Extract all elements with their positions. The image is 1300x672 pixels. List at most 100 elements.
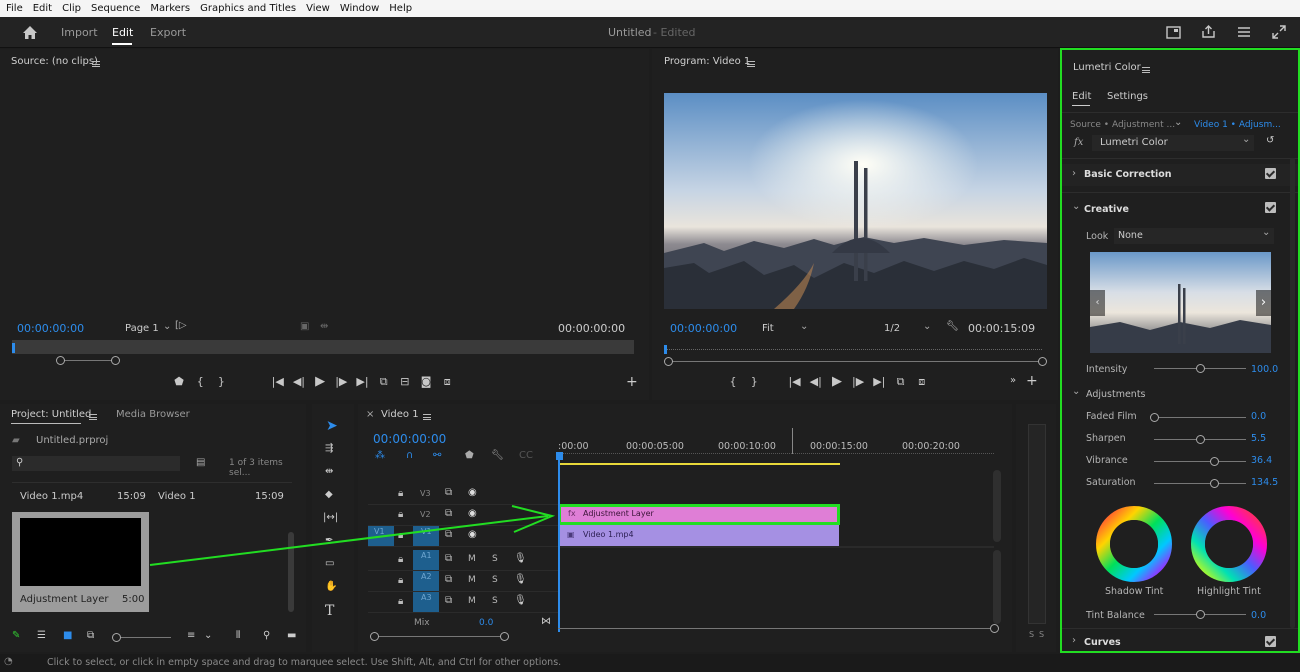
tab-sequence[interactable]: Video 1: [381, 409, 419, 420]
program-zoom-slider[interactable]: [664, 357, 1047, 366]
clip-video-1[interactable]: ▣ Video 1.mp4: [558, 525, 839, 546]
lock-icon[interactable]: 🔒︎: [398, 575, 403, 586]
sync-icon[interactable]: ⧉: [445, 553, 452, 564]
track-target-a3[interactable]: A3: [413, 592, 439, 612]
panel-menu-icon[interactable]: [747, 61, 755, 67]
new-bin-icon[interactable]: ▬: [287, 630, 296, 641]
settings-bracket-icon[interactable]: [▷: [175, 320, 187, 331]
lift-icon[interactable]: ⧉: [892, 375, 910, 389]
add-marker-icon[interactable]: ⬟: [170, 375, 188, 388]
solo-button[interactable]: S: [492, 554, 498, 564]
program-monitor-title[interactable]: Program: Video 1: [664, 56, 750, 67]
tint-balance-slider[interactable]: [1154, 610, 1246, 619]
eye-icon[interactable]: ◉: [468, 529, 477, 540]
fit-dropdown[interactable]: Fit: [762, 323, 774, 334]
search-icon[interactable]: ⚲: [16, 457, 23, 468]
overwrite-button-icon[interactable]: ⊟: [396, 375, 414, 388]
type-tool-icon[interactable]: T: [325, 603, 334, 619]
target-clip-label[interactable]: Video 1 • Adjusm...: [1194, 120, 1281, 130]
chevron-down-icon[interactable]: ⌄: [800, 321, 808, 332]
adjustment-slider[interactable]: [1154, 457, 1246, 466]
tab-media-browser[interactable]: Media Browser: [116, 409, 190, 420]
tab-edit[interactable]: Edit: [1072, 91, 1091, 102]
scrollbar[interactable]: [1290, 158, 1295, 628]
program-timecode-current[interactable]: 00:00:00:00: [670, 322, 737, 335]
program-video-frame[interactable]: [664, 93, 1047, 309]
rectangle-tool-icon[interactable]: ▭: [325, 558, 334, 569]
tab-export[interactable]: Export: [150, 26, 186, 39]
eye-icon[interactable]: ◉: [468, 487, 477, 498]
lock-icon[interactable]: 🔒︎: [398, 530, 403, 541]
menu-view[interactable]: View: [306, 3, 330, 14]
solo-button[interactable]: S: [492, 575, 498, 585]
microphone-icon[interactable]: 🎙︎: [514, 553, 527, 564]
snap-icon[interactable]: ∩: [406, 450, 413, 461]
scrollbar[interactable]: [288, 532, 294, 612]
menu-file[interactable]: File: [6, 3, 23, 14]
mute-button[interactable]: M: [468, 575, 476, 585]
mute-button[interactable]: M: [468, 554, 476, 564]
adjustment-slider[interactable]: [1154, 435, 1246, 444]
tab-project[interactable]: Project: Untitled: [11, 409, 91, 420]
mark-out-icon[interactable]: }: [212, 375, 230, 388]
menu-window[interactable]: Window: [340, 3, 379, 14]
lock-icon[interactable]: 🔒︎: [398, 509, 403, 520]
close-icon[interactable]: ×: [366, 409, 374, 420]
track-a3[interactable]: 🔒︎ A3 ⧉ M S 🎙︎: [368, 592, 558, 613]
slider-knob[interactable]: [1209, 479, 1219, 488]
microphone-icon[interactable]: 🎙︎: [514, 574, 527, 585]
step-forward-icon[interactable]: |▶: [332, 375, 350, 388]
captions-icon[interactable]: CC: [519, 450, 533, 461]
track-target-v1[interactable]: V1: [413, 526, 439, 546]
slip-tool-icon[interactable]: |↔|: [323, 512, 338, 523]
section-adjustments[interactable]: ⌄ Adjustments: [1062, 384, 1298, 404]
previous-look-icon[interactable]: ‹: [1090, 290, 1105, 316]
menu-markers[interactable]: Markers: [150, 3, 190, 14]
workspaces-icon[interactable]: [1237, 26, 1251, 38]
chevron-down-icon[interactable]: ⌄: [1174, 117, 1182, 128]
list-view-icon[interactable]: ☰: [37, 630, 46, 641]
source-timecode-current[interactable]: 00:00:00:00: [17, 322, 84, 335]
menu-help[interactable]: Help: [389, 3, 412, 14]
program-timeline-ruler[interactable]: [666, 349, 1042, 350]
play-icon[interactable]: ▶: [828, 374, 846, 389]
razor-tool-icon[interactable]: ◆: [325, 489, 333, 500]
sort-icon[interactable]: ≡: [187, 630, 195, 641]
chevron-down-icon[interactable]: ⌄: [923, 321, 931, 332]
source-scrubber[interactable]: [12, 340, 634, 354]
sync-icon[interactable]: ⧉: [445, 529, 452, 540]
clip-adjustment-layer[interactable]: fx Adjustment Layer: [558, 504, 840, 525]
look-dropdown[interactable]: None ⌄: [1114, 227, 1274, 244]
share-icon[interactable]: [1201, 24, 1216, 39]
slider-value[interactable]: 0.0: [1251, 411, 1266, 422]
mark-in-icon[interactable]: {: [191, 375, 209, 388]
track-target-a2[interactable]: A2: [413, 571, 439, 591]
track-v3[interactable]: 🔒︎ V3 ⧉ ◉: [368, 484, 558, 505]
mark-in-icon[interactable]: {: [724, 375, 742, 388]
lock-icon[interactable]: 🔒︎: [398, 596, 403, 607]
play-icon[interactable]: ▶: [311, 374, 329, 389]
video-tracks-scrollbar[interactable]: [993, 470, 1001, 542]
insert-button-icon[interactable]: ⧉: [375, 375, 393, 389]
add-marker-icon[interactable]: ⬟: [465, 450, 474, 461]
slider-knob[interactable]: [1150, 413, 1159, 422]
go-to-in-icon[interactable]: |◀: [786, 375, 804, 388]
icon-view-icon[interactable]: ■: [63, 630, 72, 641]
freeform-view-icon[interactable]: ⧉: [87, 630, 94, 641]
resolution-dropdown[interactable]: 1/2: [884, 323, 900, 334]
menu-edit[interactable]: Edit: [33, 3, 52, 14]
source-clip-label[interactable]: Source • Adjustment ...: [1070, 120, 1175, 130]
list-item[interactable]: Video 1.mp4 15:09 Video 1 15:09: [12, 482, 292, 512]
highlight-tint-wheel[interactable]: [1187, 502, 1271, 586]
insert-icon[interactable]: ▣: [300, 321, 309, 332]
timeline-horizontal-scrollbar[interactable]: [558, 624, 999, 633]
tab-edit[interactable]: Edit: [112, 26, 133, 39]
audio-tracks-scrollbar[interactable]: [993, 550, 1001, 624]
selection-tool-icon[interactable]: ➤: [326, 418, 338, 434]
page-selector[interactable]: Page 1: [125, 323, 159, 334]
step-forward-icon[interactable]: |▶: [849, 375, 867, 388]
lock-icon[interactable]: 🔒︎: [398, 554, 403, 565]
wrench-icon[interactable]: 🔧︎: [491, 450, 504, 461]
microphone-icon[interactable]: 🎙︎: [514, 595, 527, 606]
timeline-timecode[interactable]: 00:00:00:00: [373, 432, 446, 446]
